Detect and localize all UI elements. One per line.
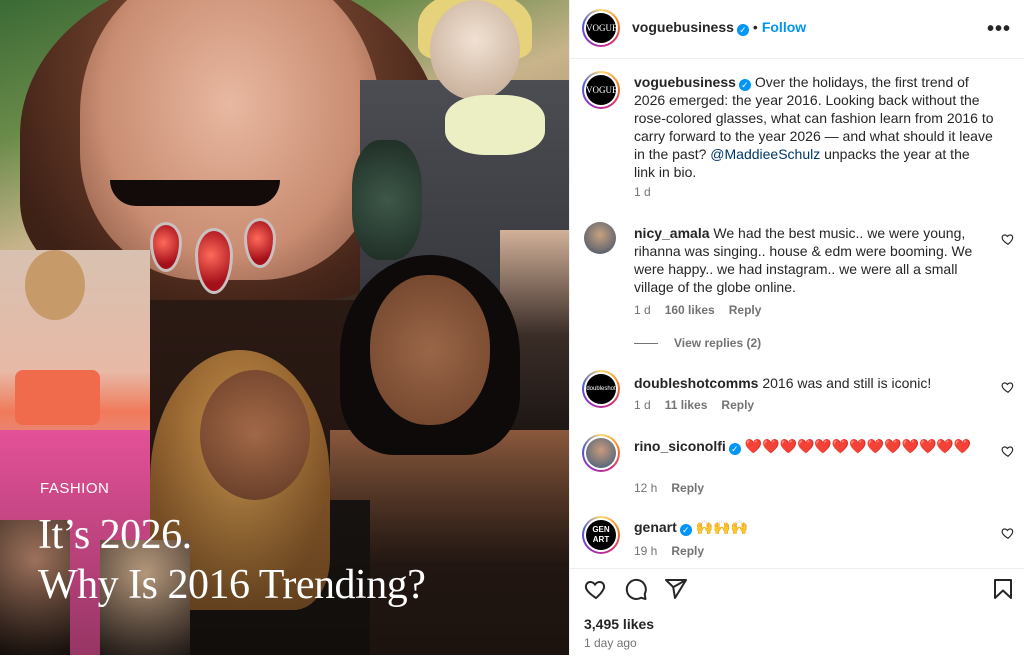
- caption-time: 1 d: [634, 185, 651, 199]
- comment-meta: 19 h Reply: [634, 544, 704, 558]
- comment: rino_siconolfi ✓ ❤️❤️❤️❤️❤️❤️❤️❤️❤️❤️❤️❤️…: [570, 434, 1024, 495]
- caption-mention[interactable]: @MaddieeSchulz: [710, 146, 820, 162]
- reply-button[interactable]: Reply: [671, 544, 704, 558]
- author-avatar[interactable]: VOGUE: [582, 9, 620, 47]
- comment-avatar[interactable]: GEN ART: [582, 516, 620, 554]
- post-panel: VOGUE voguebusiness ✓ • Follow ••• VOGUE vo…: [569, 0, 1024, 655]
- heart-icon[interactable]: [1001, 444, 1015, 458]
- comments-list[interactable]: VOGUE voguebusiness ✓ Over the holidays, …: [570, 58, 1024, 568]
- comment-username[interactable]: genart: [634, 519, 677, 535]
- comment-username[interactable]: rino_siconolfi: [634, 438, 726, 454]
- comment-time: 1 d: [634, 398, 651, 412]
- header-user-line: voguebusiness ✓ • Follow: [632, 19, 806, 36]
- image-bow: [445, 95, 545, 155]
- comment-text: nicy_amala We had the best music.. we we…: [634, 224, 994, 296]
- header-username[interactable]: voguebusiness: [632, 19, 734, 35]
- post-header: VOGUE voguebusiness ✓ • Follow •••: [570, 0, 1024, 59]
- image-fur: [352, 140, 422, 260]
- comment-username[interactable]: nicy_amala: [634, 225, 710, 241]
- avatar-photo: [586, 438, 616, 468]
- verified-badge-icon: ✓: [738, 79, 751, 91]
- vogue-logo: VOGUE: [586, 13, 616, 43]
- share-icon[interactable]: [664, 577, 688, 601]
- verified-badge-icon: ✓: [736, 24, 749, 36]
- image-bob-face: [370, 275, 490, 425]
- image-left-head: [25, 250, 85, 320]
- comment-avatar[interactable]: [582, 434, 620, 472]
- verified-badge-icon: ✓: [728, 443, 741, 455]
- heart-icon[interactable]: [1001, 380, 1015, 394]
- comment-meta: 1 d 160 likes Reply: [634, 303, 761, 317]
- replies-line: [634, 343, 658, 345]
- reply-button[interactable]: Reply: [729, 303, 762, 317]
- post-actions: 3,495 likes 1 day ago: [570, 568, 1024, 656]
- reply-button[interactable]: Reply: [721, 398, 754, 412]
- image-model-face: [80, 0, 380, 280]
- comment-meta: 12 h Reply: [634, 481, 704, 495]
- caption-avatar[interactable]: VOGUE: [582, 71, 620, 109]
- vogue-logo: VOGUE: [586, 75, 616, 105]
- comment-time: 1 d: [634, 303, 651, 317]
- comment: GEN ART genart ✓ 🙌🙌🙌 19 h Reply: [570, 516, 1024, 566]
- post-image[interactable]: FASHION It’s 2026. Why Is 2016 Trending?: [0, 0, 569, 655]
- comment-body: 2016 was and still is iconic!: [762, 375, 932, 391]
- reply-button[interactable]: Reply: [671, 481, 704, 495]
- image-kicker: FASHION: [40, 480, 110, 497]
- comment: doubleshot doubleshotcomms 2016 was and …: [570, 370, 1024, 420]
- image-coral-top: [15, 370, 100, 425]
- comment-time: 12 h: [634, 481, 658, 495]
- comment-text: genart ✓ 🙌🙌🙌: [634, 518, 994, 536]
- image-choker: [110, 180, 280, 206]
- image-blonde-face: [430, 0, 520, 100]
- view-replies-button[interactable]: View replies (2): [634, 336, 761, 350]
- caption-username[interactable]: voguebusiness: [634, 74, 736, 90]
- heart-icon[interactable]: [584, 577, 608, 601]
- headline-line-2: Why Is 2016 Trending?: [38, 562, 426, 608]
- comment-icon[interactable]: [624, 577, 648, 601]
- image-headline: It’s 2026. Why Is 2016 Trending?: [38, 510, 558, 610]
- genart-logo: GEN ART: [586, 520, 616, 550]
- comment-avatar[interactable]: [584, 222, 616, 254]
- comment-body: ❤️❤️❤️❤️❤️❤️❤️❤️❤️❤️❤️❤️❤️: [744, 438, 972, 454]
- comment-likes[interactable]: 11 likes: [665, 398, 708, 412]
- caption: VOGUE voguebusiness ✓ Over the holidays, …: [570, 71, 1024, 201]
- more-icon[interactable]: •••: [987, 18, 1011, 41]
- comment-time: 19 h: [634, 544, 658, 558]
- header-separator: •: [752, 19, 758, 35]
- likes-count[interactable]: 3,495 likes: [584, 616, 654, 632]
- comment-text: doubleshotcomms 2016 was and still is ic…: [634, 374, 994, 392]
- bookmark-icon[interactable]: [991, 577, 1015, 601]
- comment-avatar[interactable]: doubleshot: [582, 370, 620, 408]
- verified-badge-icon: ✓: [679, 524, 692, 536]
- comment-body: 🙌🙌🙌: [695, 519, 748, 535]
- doubleshot-logo: doubleshot: [586, 374, 616, 404]
- headline-line-1: It’s 2026.: [38, 512, 192, 558]
- caption-text: voguebusiness ✓ Over the holidays, the fi…: [634, 73, 994, 181]
- heart-icon[interactable]: [1001, 232, 1015, 246]
- comment-username[interactable]: doubleshotcomms: [634, 375, 758, 391]
- follow-button[interactable]: Follow: [762, 19, 806, 35]
- post-time: 1 day ago: [584, 636, 637, 650]
- heart-icon[interactable]: [1001, 526, 1015, 540]
- comment: nicy_amala We had the best music.. we we…: [570, 222, 1024, 352]
- comment-likes[interactable]: 160 likes: [665, 303, 715, 317]
- comment-meta: 1 d 11 likes Reply: [634, 398, 754, 412]
- comment-text: rino_siconolfi ✓ ❤️❤️❤️❤️❤️❤️❤️❤️❤️❤️❤️❤️…: [634, 436, 994, 456]
- view-replies-label: View replies (2): [674, 336, 762, 350]
